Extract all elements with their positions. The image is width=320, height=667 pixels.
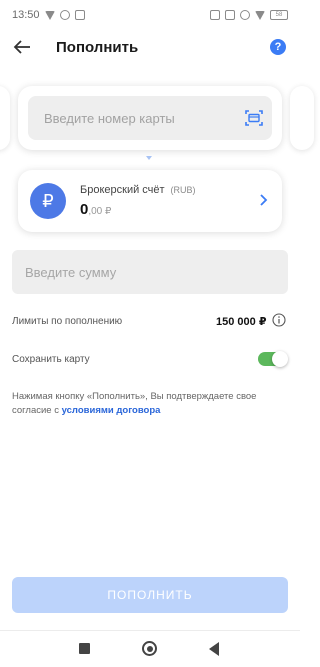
signal-icon — [255, 10, 265, 20]
account-selector[interactable]: ₽ Брокерский счёт (RUB) 0,00 ₽ — [18, 170, 282, 232]
scan-card-icon[interactable] — [244, 108, 264, 128]
toggle-knob — [272, 351, 288, 367]
notification-icon — [59, 10, 70, 20]
carousel-indicator — [146, 156, 152, 160]
amount-input[interactable] — [12, 250, 288, 294]
previous-card-peek[interactable] — [0, 86, 10, 150]
chevron-right-icon — [260, 194, 268, 206]
card-number-input[interactable] — [28, 96, 272, 140]
ruble-icon: ₽ — [30, 183, 66, 219]
wifi-icon — [240, 10, 250, 20]
recents-icon[interactable] — [79, 643, 90, 654]
bluetooth-icon — [210, 10, 220, 20]
account-balance: 0,00 ₽ — [80, 201, 111, 218]
status-bar-left: 13:50 — [12, 9, 85, 21]
status-bar: 13:50 58 — [0, 0, 300, 30]
battery-icon: 58 — [270, 10, 288, 20]
card-number-card — [18, 86, 282, 150]
status-time: 13:50 — [12, 9, 40, 21]
limits-label: Лимиты по пополнению — [12, 316, 123, 327]
save-card-toggle[interactable] — [258, 351, 288, 367]
system-back-icon[interactable] — [209, 642, 219, 656]
limits-value: 150 000 ₽ — [216, 316, 267, 328]
status-bar-right: 58 — [210, 10, 288, 20]
info-icon[interactable] — [272, 313, 286, 327]
account-currency: (RUB) — [170, 185, 196, 195]
account-name: Брокерский счёт (RUB) — [80, 184, 196, 196]
contract-terms-link[interactable]: условиями договора — [62, 405, 161, 416]
top-app-bar: Пополнить ? — [0, 32, 300, 62]
page-title: Пополнить — [56, 39, 139, 56]
help-icon[interactable]: ? — [270, 39, 286, 55]
next-card-peek[interactable] — [290, 86, 314, 150]
consent-text: Нажимая кнопку «Пополнить», Вы подтвержд… — [12, 390, 282, 418]
sim-icon — [225, 10, 235, 20]
notification-icon — [44, 10, 55, 20]
balance-decimal: ,00 ₽ — [88, 206, 112, 217]
notification-icon — [74, 10, 85, 20]
account-name-label: Брокерский счёт — [80, 184, 165, 196]
save-card-label: Сохранить карту — [12, 354, 90, 365]
home-icon[interactable] — [142, 641, 157, 656]
top-up-button[interactable]: Пополнить — [12, 577, 288, 613]
system-nav-bar — [0, 630, 300, 667]
back-arrow-icon[interactable] — [12, 36, 34, 58]
